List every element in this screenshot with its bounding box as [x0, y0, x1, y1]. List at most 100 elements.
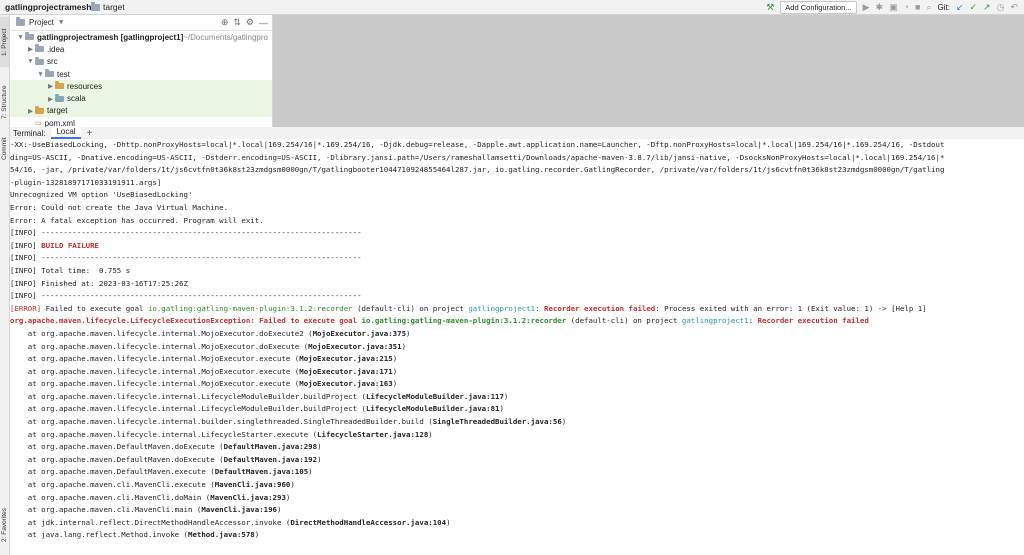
- stack-trace-line: at org.apache.maven.DefaultMaven.doExecu…: [10, 441, 1024, 454]
- stack-paren: ): [406, 328, 411, 338]
- tree-item-label: pom.xml: [44, 118, 75, 127]
- coverage-icon[interactable]: ▣: [889, 0, 898, 14]
- tree-row[interactable]: ▶ resources: [10, 80, 272, 93]
- build-failure-text: BUILD FAILURE: [41, 240, 100, 250]
- tree-item-label: .idea: [47, 44, 65, 54]
- rollback-icon[interactable]: ↶: [1010, 0, 1018, 14]
- locate-icon[interactable]: ⊕: [221, 17, 229, 28]
- project-tool-tab[interactable]: 1: Project: [0, 17, 9, 67]
- tree-row[interactable]: ▶ scala: [10, 92, 272, 105]
- stack-at: at: [10, 492, 42, 502]
- error-text: : Process exited with an error: 1 (Exit …: [655, 303, 927, 313]
- stack-paren: (: [290, 354, 300, 364]
- stack-trace-line: at org.apache.maven.lifecycle.internal.M…: [10, 378, 1024, 391]
- stack-trace-line: at org.apache.maven.DefaultMaven.execute…: [10, 466, 1024, 479]
- terminal-line-text: -plugin-13281897171033191911.args]: [10, 177, 162, 187]
- stack-method: org.apache.maven.lifecycle.internal.Life…: [41, 404, 358, 414]
- stack-file-link[interactable]: LifecycleStarter.java:128: [317, 430, 428, 439]
- stack-method: org.apache.maven.cli.MavenCli.main: [41, 505, 193, 515]
- favorites-tool-tab[interactable]: 2: Favorites: [0, 499, 9, 551]
- terminal-line-text: [INFO] ---------------------------------…: [10, 228, 362, 238]
- hammer-icon[interactable]: ⚒: [766, 0, 774, 14]
- tree-row[interactable]: ▼ gatlingprojectramesh [gatlingproject1] …: [10, 31, 272, 43]
- stack-file-link[interactable]: MojoExecutor.java:375: [313, 329, 406, 338]
- tree-row[interactable]: ▶ target: [10, 104, 272, 118]
- stack-method: org.apache.maven.lifecycle.internal.Mojo…: [41, 366, 291, 376]
- project-panel-title[interactable]: Project: [29, 18, 54, 27]
- collapse-all-icon[interactable]: ⇅: [233, 17, 241, 28]
- terminal-line-text: [INFO] Finished at: 2023-03-16T17:25:26Z: [10, 278, 188, 288]
- stack-file-link[interactable]: MavenCli.java:960: [215, 480, 291, 489]
- stack-file-link[interactable]: MavenCli.java:293: [210, 493, 286, 502]
- collapsed-arrow-icon[interactable]: ▶: [46, 82, 55, 90]
- tree-row[interactable]: ▼ src: [10, 56, 272, 68]
- stack-file-link[interactable]: SingleThreadedBuilder.java:56: [433, 417, 562, 426]
- error-reason: Recorder execution failed: [544, 303, 656, 313]
- terminal-output[interactable]: -XX:-UseBiasedLocking, -Dhttp.nonProxyHo…: [10, 139, 1024, 555]
- debug-icon[interactable]: ✱: [876, 0, 884, 14]
- stack-at: at: [10, 530, 42, 540]
- stack-file-link[interactable]: MojoExecutor.java:171: [299, 367, 392, 376]
- history-icon[interactable]: ◷: [997, 0, 1005, 14]
- stack-file-link[interactable]: LifecycleModuleBuilder.java:81: [366, 404, 500, 413]
- breadcrumb-target-item[interactable]: target: [91, 1, 125, 12]
- stack-file-link[interactable]: LifecycleModuleBuilder.java:117: [366, 392, 504, 401]
- chevron-down-icon[interactable]: ▼: [58, 19, 64, 26]
- error-text: :: [535, 303, 544, 313]
- expanded-arrow-icon[interactable]: ▼: [26, 58, 35, 65]
- stack-paren: (: [214, 442, 224, 452]
- stack-file-link[interactable]: MojoExecutor.java:351: [308, 342, 401, 351]
- tree-row[interactable]: ▼ test: [10, 68, 272, 80]
- stack-trace-line: at org.apache.maven.lifecycle.internal.M…: [10, 328, 1024, 341]
- collapsed-arrow-icon[interactable]: ▶: [26, 107, 35, 115]
- search-everywhere-icon[interactable]: ⌕: [926, 0, 931, 14]
- stack-paren: ): [392, 379, 398, 389]
- tree-item-label: gatlingprojectramesh [gatlingproject1]: [37, 32, 184, 42]
- terminal-line-text: Error: A fatal exception has occurred. P…: [10, 215, 264, 225]
- tree-row[interactable]: ▶ .idea: [10, 43, 272, 55]
- expanded-arrow-icon[interactable]: ▼: [36, 71, 45, 78]
- stack-file-link[interactable]: MojoExecutor.java:215: [299, 354, 392, 363]
- tree-row[interactable]: ▭ pom.xml: [10, 117, 272, 127]
- collapsed-arrow-icon[interactable]: ▶: [46, 95, 55, 103]
- error-text: (default-cli) on project: [352, 303, 469, 313]
- stack-file-link[interactable]: MavenCli.java:196: [201, 505, 277, 514]
- folder-icon: [25, 32, 34, 41]
- stack-file-link[interactable]: DefaultMaven.java:105: [215, 467, 308, 476]
- profile-icon[interactable]: ◔: [904, 0, 909, 14]
- hide-icon[interactable]: —: [259, 18, 268, 28]
- stack-trace-line: at org.apache.maven.lifecycle.internal.L…: [10, 403, 1024, 416]
- stack-file-link[interactable]: DirectMethodHandleAccessor.java:104: [290, 518, 446, 527]
- structure-tool-tab[interactable]: 7: Structure: [0, 77, 9, 127]
- stack-at: at: [10, 391, 42, 401]
- terminal-line-text: Error: Could not create the Java Virtual…: [10, 202, 229, 212]
- stack-file-link[interactable]: DefaultMaven.java:298: [224, 442, 317, 451]
- stack-paren: ): [308, 467, 313, 477]
- stack-file-link[interactable]: Method.java:578: [188, 530, 255, 539]
- project-panel: Project ▼ ⊕ ⇅ ⚙ — ▼ gatlingprojectramesh …: [10, 15, 273, 127]
- terminal-tab-local[interactable]: Local: [51, 127, 81, 139]
- add-configuration-button[interactable]: Add Configuration...: [780, 0, 857, 14]
- error-prefix: [ERROR]: [10, 303, 42, 313]
- breadcrumb-project[interactable]: gatlingprojectramesh: [5, 2, 91, 12]
- new-terminal-tab-button[interactable]: +: [87, 128, 93, 139]
- expanded-arrow-icon[interactable]: ▼: [16, 34, 25, 41]
- run-icon[interactable]: ▶: [863, 0, 870, 14]
- collapsed-arrow-icon[interactable]: ▶: [26, 45, 35, 53]
- stack-at: at: [10, 341, 42, 351]
- exception-reason: Recorder execution failed: [757, 316, 869, 326]
- commit-icon[interactable]: ✓: [970, 0, 978, 14]
- stop-icon[interactable]: ■: [915, 0, 920, 14]
- commit-tool-tab[interactable]: Commit: [0, 131, 9, 167]
- error-text: Failed to execute goal: [41, 303, 148, 313]
- tree-item-label: resources: [67, 81, 103, 91]
- gear-icon[interactable]: ⚙: [246, 17, 254, 28]
- stack-method: org.apache.maven.DefaultMaven.execute: [41, 467, 206, 477]
- stack-file-link[interactable]: MojoExecutor.java:163: [299, 379, 392, 388]
- stack-file-link[interactable]: DefaultMaven.java:192: [224, 455, 317, 464]
- stack-trace-line: at org.apache.maven.lifecycle.internal.L…: [10, 429, 1024, 442]
- update-project-icon[interactable]: ↙: [956, 0, 964, 14]
- stack-at: at: [10, 354, 42, 364]
- push-icon[interactable]: ↗: [983, 0, 991, 14]
- stack-paren: (: [281, 517, 291, 527]
